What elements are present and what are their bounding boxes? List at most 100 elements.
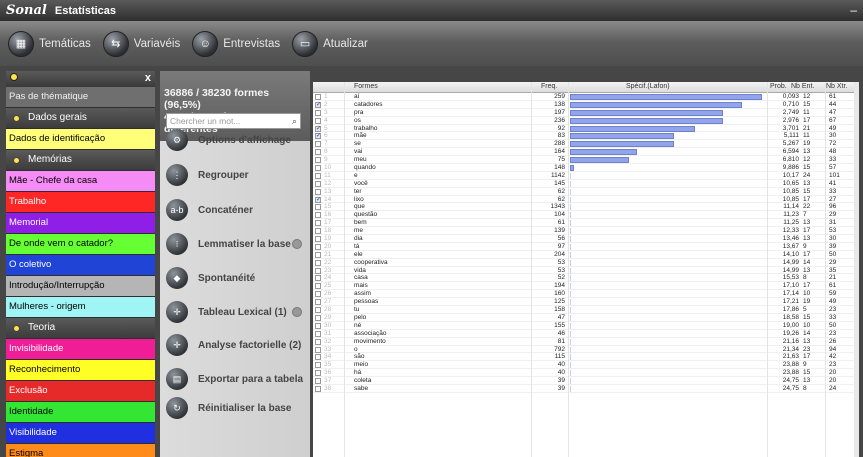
table-row[interactable]: 21 ele 204 14,10 17 50 [313,251,859,259]
thematic-item[interactable]: O coletivo [6,255,155,275]
row-checkbox[interactable] [315,338,321,345]
option-button[interactable]: ↻ Réinitialiser la base [160,394,310,422]
table-row[interactable]: 6 mãe 83 5,111 11 30 [313,132,859,140]
option-button[interactable]: ✛ Analyse factorielle (2) [160,331,310,359]
row-checkbox[interactable] [315,125,321,133]
table-row[interactable]: 5 trabalho 92 3,701 21 49 [313,125,859,133]
table-row[interactable]: 23 vida 53 14,99 13 35 [313,267,859,275]
table-row[interactable]: 27 pessoas 125 17,21 19 49 [313,298,859,307]
table-row[interactable]: 29 pelo 47 18,58 15 33 [313,314,859,322]
toolbar-button-2[interactable]: ⇆ Variavéis [102,30,180,57]
table-row[interactable]: 33 o 792 21,34 23 94 [313,346,859,354]
header-formes[interactable]: Formes [354,83,378,90]
row-checkbox[interactable] [315,362,321,369]
row-checkbox[interactable] [315,354,321,361]
thematic-item[interactable]: Estigma [6,444,155,457]
thematic-item[interactable]: Mulheres - origem [6,297,155,317]
table-row[interactable]: 17 bem 61 11,25 13 31 [313,219,859,228]
row-checkbox[interactable] [315,165,321,172]
row-checkbox[interactable] [315,204,321,211]
section-header[interactable]: Teoria [6,318,155,338]
header-nb-xtr[interactable]: Nb Xtr. [826,83,847,90]
table-row[interactable]: 10 quando 148 9,886 15 57 [313,164,859,172]
option-button[interactable]: ⚙ Options d'affichage [160,126,310,154]
table-row[interactable]: 20 tá 97 13,67 9 39 [313,243,859,251]
table-row[interactable]: 34 são 115 21,63 17 42 [313,353,859,362]
row-checkbox[interactable] [315,101,321,109]
thematic-item[interactable]: Visibilidade [6,423,155,443]
row-checkbox[interactable] [315,180,321,187]
table-row[interactable]: 30 né 155 19,00 10 50 [313,322,859,330]
row-checkbox[interactable] [315,322,321,329]
table-row[interactable]: 4 os 236 2,976 17 67 [313,117,859,125]
row-checkbox[interactable] [315,385,321,392]
row-checkbox[interactable] [315,228,321,235]
table-row[interactable]: 8 vai 164 6,594 13 48 [313,148,859,157]
row-checkbox[interactable] [315,212,321,219]
row-checkbox[interactable] [315,196,321,204]
table-row[interactable]: 32 movimento 81 21,16 13 26 [313,338,859,346]
table-row[interactable]: 7 se 288 5,267 19 72 [313,140,859,149]
table-row[interactable]: 11 e 1142 10,17 24 101 [313,172,859,180]
thematic-item[interactable]: Invisibilidade [6,339,155,359]
option-button[interactable]: ◆ Spontanéité [160,264,310,292]
header-prob[interactable]: Prob. [770,83,787,90]
row-checkbox[interactable] [315,243,321,250]
row-checkbox[interactable] [315,299,321,306]
row-checkbox[interactable] [315,109,321,116]
table-row[interactable]: 2 catadores 138 0,710 15 44 [313,101,859,109]
header-nb-ent[interactable]: Nb Ent. [791,83,814,90]
row-checkbox[interactable] [315,346,321,353]
table-row[interactable]: 3 pra 197 2,749 11 47 [313,109,859,117]
table-row[interactable]: 18 me 139 12,33 17 53 [313,227,859,236]
table-row[interactable]: 36 há 40 23,88 15 20 [313,369,859,378]
table-row[interactable]: 37 coleta 39 24,75 13 20 [313,377,859,385]
close-panel-button[interactable]: x [145,72,151,84]
thematic-item[interactable]: Exclusão [6,381,155,401]
row-checkbox[interactable] [315,330,321,337]
row-checkbox[interactable] [315,314,321,321]
table-row[interactable]: 1 aí 259 0,093 12 61 [313,93,859,101]
row-checkbox[interactable] [315,370,321,377]
table-row[interactable]: 9 meu 75 6,810 12 33 [313,156,859,165]
row-checkbox[interactable] [315,94,321,100]
row-checkbox[interactable] [315,141,321,148]
row-checkbox[interactable] [315,172,321,179]
header-specif[interactable]: Spécif.(Lafon) [626,83,670,90]
row-checkbox[interactable] [315,236,321,243]
table-row[interactable]: 22 cooperativa 53 14,99 14 29 [313,259,859,267]
thematic-item[interactable]: Trabalho [6,192,155,212]
table-row[interactable]: 19 dia 56 13,46 13 30 [313,235,859,243]
settings-gear-icon[interactable] [292,307,302,317]
option-button[interactable]: a-b Concaténer [160,196,310,224]
table-row[interactable]: 24 casa 52 15,53 8 21 [313,274,859,283]
section-header[interactable]: Dados gerais [6,108,155,128]
table-row[interactable]: 16 questão 104 11,23 7 29 [313,211,859,220]
option-button[interactable]: ⋮ Regrouper [160,161,310,189]
settings-gear-icon[interactable] [292,239,302,249]
row-checkbox[interactable] [315,220,321,227]
row-checkbox[interactable] [315,275,321,282]
table-row[interactable]: 14 lixo 62 10,85 17 27 [313,196,859,204]
thematic-item[interactable]: Introdução/Interrupção [6,276,155,296]
row-checkbox[interactable] [315,157,321,164]
table-row[interactable]: 26 assim 160 17,14 10 59 [313,290,859,299]
row-checkbox[interactable] [315,291,321,298]
table-row[interactable]: 12 você 145 10,65 13 41 [313,180,859,188]
row-checkbox[interactable] [315,117,321,124]
thematic-item[interactable]: Memorial [6,213,155,233]
minimize-button[interactable]: – [850,3,857,17]
thematic-item[interactable]: Reconhecimento [6,360,155,380]
table-row[interactable]: 25 mais 194 17,10 17 61 [313,282,859,291]
table-row[interactable]: 38 sabe 39 24,75 8 24 [313,385,859,393]
row-checkbox[interactable] [315,132,321,140]
row-checkbox[interactable] [315,267,321,274]
table-row[interactable]: 35 meio 40 23,88 9 23 [313,361,859,370]
row-checkbox[interactable] [315,283,321,290]
thematic-item[interactable]: Mãe - Chefe da casa [6,171,155,191]
row-checkbox[interactable] [315,378,321,385]
toolbar-button-3[interactable]: ☺ Entrevistas [192,30,280,57]
toolbar-button-1[interactable]: ▦ Temáticas [8,30,91,57]
toolbar-button-4[interactable]: ▭ Atualizar [292,30,368,57]
table-row[interactable]: 31 associação 46 19,26 14 23 [313,330,859,338]
